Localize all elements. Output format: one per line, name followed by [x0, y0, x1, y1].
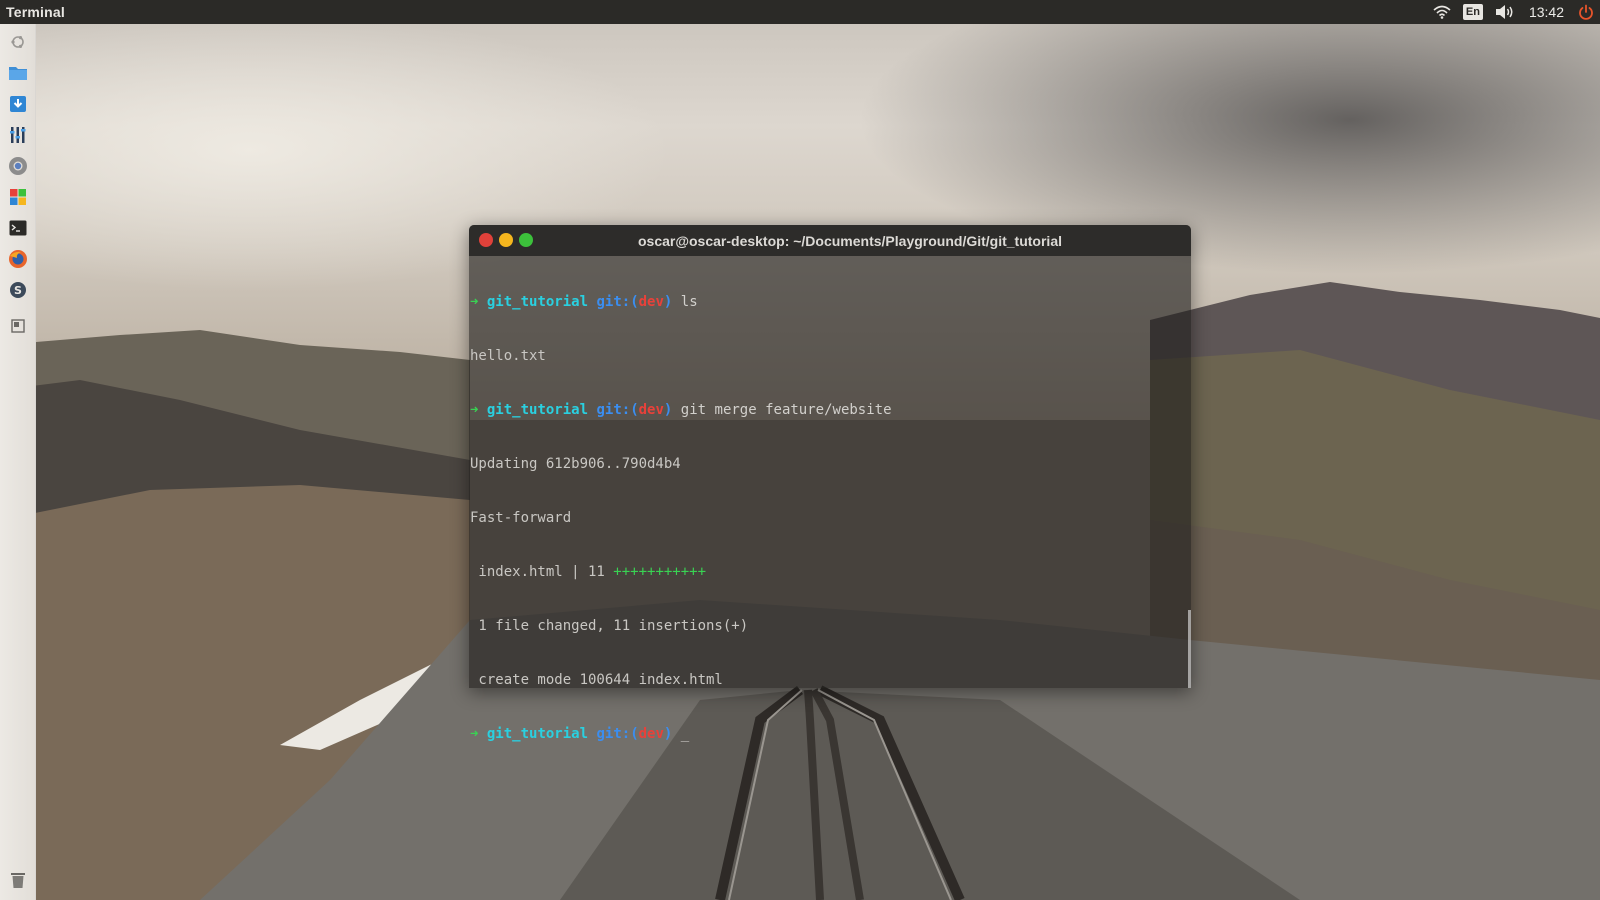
prompt-paren-open: (: [630, 294, 639, 310]
equalizer-icon: [10, 127, 26, 143]
prompt-paren-close: ): [663, 402, 673, 418]
system-tray: En 13:42: [1427, 0, 1600, 24]
prompt-line: ➜ git_tutorial git:(dev) _: [470, 725, 1189, 743]
window-close-button[interactable]: [479, 233, 493, 247]
workspace-icon: [11, 319, 25, 333]
prompt-directory: git_tutorial: [486, 402, 589, 418]
download-icon: [10, 96, 26, 112]
launcher-skype[interactable]: S: [6, 278, 30, 302]
top-panel: Terminal En 13:42: [0, 0, 1600, 24]
clock[interactable]: 13:42: [1521, 4, 1572, 20]
prompt-directory: git_tutorial: [486, 726, 589, 742]
keyboard-layout-label: En: [1462, 4, 1483, 20]
diffstat-insertions: +++++++++++: [613, 564, 707, 580]
prompt-git-label: git:: [596, 294, 631, 310]
folder-icon: [9, 67, 27, 80]
launcher-apps[interactable]: [6, 185, 30, 209]
volume-icon: [1495, 5, 1513, 19]
prompt-paren-close: ): [663, 294, 673, 310]
sound-indicator[interactable]: [1489, 0, 1521, 24]
prompt-branch: dev: [638, 402, 664, 418]
network-indicator[interactable]: [1427, 0, 1457, 24]
prompt-branch: dev: [638, 726, 664, 742]
trash-icon: [11, 873, 25, 888]
chrome-icon: [9, 157, 27, 175]
output-line: index.html | 11 +++++++++++: [470, 563, 1189, 581]
keyboard-layout-indicator[interactable]: En: [1457, 0, 1489, 24]
launcher-chrome[interactable]: [6, 154, 30, 178]
launcher-downloads[interactable]: [6, 92, 30, 116]
output-line: Updating 612b906..790d4b4: [470, 456, 681, 472]
wifi-icon: [1433, 5, 1451, 19]
text-cursor: _: [680, 726, 690, 742]
launcher-files[interactable]: [6, 61, 30, 85]
output-line: 1 file changed, 11 insertions(+): [470, 618, 749, 634]
terminal-icon: [9, 220, 27, 236]
terminal-scrollbar[interactable]: [1188, 610, 1191, 688]
command-text: ls: [680, 294, 698, 310]
prompt-paren-close: ): [663, 726, 673, 742]
launcher: S: [0, 24, 36, 900]
launcher-trash[interactable]: [6, 868, 30, 892]
prompt-git-label: git:: [596, 726, 631, 742]
prompt-paren-open: (: [630, 402, 639, 418]
launcher-workspaces[interactable]: [6, 314, 30, 338]
power-icon: [1579, 4, 1593, 20]
terminal-window[interactable]: oscar@oscar-desktop: ~/Documents/Playgro…: [469, 225, 1191, 742]
prompt-line: ➜ git_tutorial git:(dev) ls: [470, 293, 1189, 311]
command-text: git merge feature/website: [680, 402, 892, 418]
prompt-line: ➜ git_tutorial git:(dev) git merge featu…: [470, 401, 1189, 419]
prompt-directory: git_tutorial: [486, 294, 589, 310]
terminal-titlebar[interactable]: oscar@oscar-desktop: ~/Documents/Playgro…: [469, 225, 1191, 256]
prompt-arrow: ➜: [470, 726, 479, 742]
output-line: hello.txt: [470, 348, 546, 364]
launcher-firefox[interactable]: [6, 247, 30, 271]
output-line: Fast-forward: [470, 510, 572, 526]
prompt-arrow: ➜: [470, 402, 479, 418]
window-maximize-button[interactable]: [519, 233, 533, 247]
svg-text:S: S: [14, 284, 22, 297]
skype-icon: S: [10, 282, 26, 298]
prompt-arrow: ➜: [470, 294, 479, 310]
launcher-terminal[interactable]: [6, 216, 30, 240]
diffstat-file: index.html | 11: [470, 564, 614, 580]
firefox-icon: [9, 250, 27, 268]
output-line: create mode 100644 index.html: [470, 672, 723, 688]
prompt-git-label: git:: [596, 402, 631, 418]
session-menu[interactable]: [1572, 0, 1600, 24]
prompt-paren-open: (: [630, 726, 639, 742]
launcher-dash[interactable]: [6, 30, 30, 54]
window-minimize-button[interactable]: [499, 233, 513, 247]
active-app-title[interactable]: Terminal: [0, 4, 65, 20]
terminal-output[interactable]: ➜ git_tutorial git:(dev) ls hello.txt ➜ …: [469, 256, 1191, 779]
app-grid-icon: [10, 189, 26, 205]
ubuntu-logo-icon: [11, 36, 24, 48]
launcher-mixer[interactable]: [6, 123, 30, 147]
prompt-branch: dev: [638, 294, 664, 310]
window-title: oscar@oscar-desktop: ~/Documents/Playgro…: [637, 232, 1062, 249]
